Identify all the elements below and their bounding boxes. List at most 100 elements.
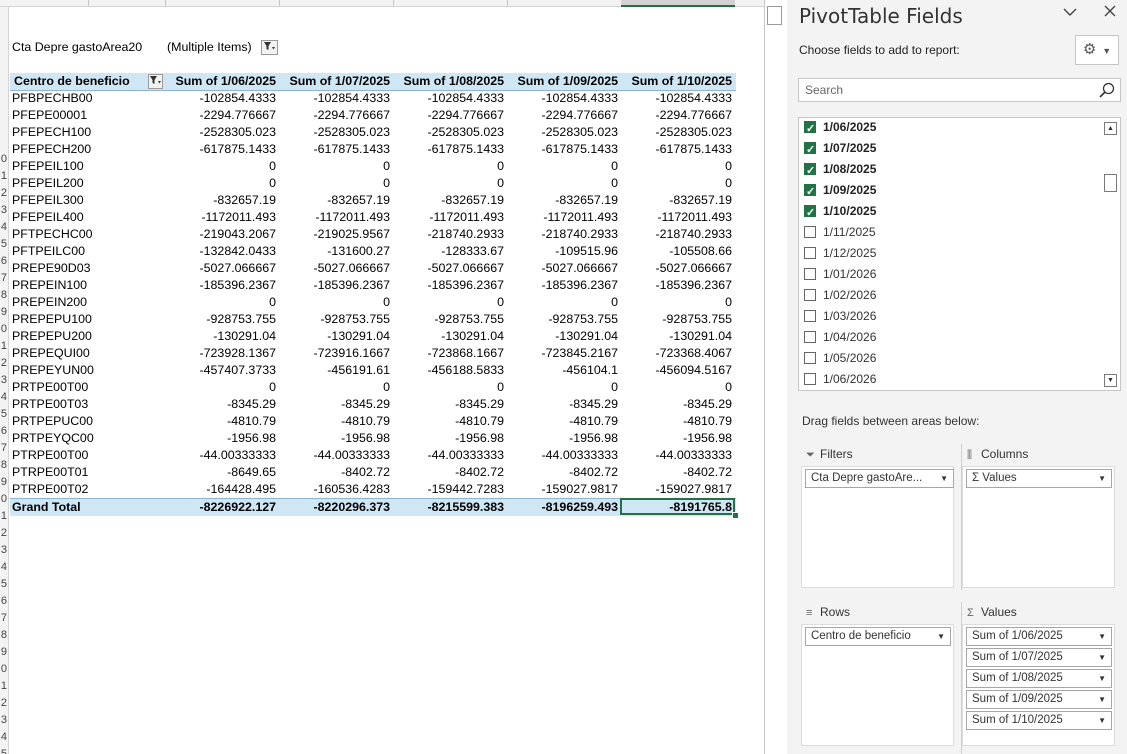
row-number[interactable]: 1 <box>0 678 8 695</box>
row-number[interactable]: 6 <box>0 423 8 440</box>
row-number[interactable]: 4 <box>0 559 8 576</box>
value-cell[interactable]: -4810.79 <box>166 413 276 430</box>
value-cell[interactable]: -832657.19 <box>622 192 732 209</box>
value-cell[interactable]: -130291.04 <box>280 328 390 345</box>
chevron-down-icon[interactable]: ▼ <box>1098 691 1106 708</box>
row-number[interactable] <box>0 134 8 151</box>
columns-drop-zone[interactable]: Σ Values ▼ <box>962 466 1115 588</box>
row-label-cell[interactable]: PREPEPU200 <box>12 328 92 345</box>
row-number[interactable]: 8 <box>0 457 8 474</box>
row-headers[interactable]: 0123456789012345678901234567890123456 <box>0 7 9 754</box>
row-label-cell[interactable]: PFEPEIL300 <box>12 192 84 209</box>
value-cell[interactable]: 0 <box>394 175 504 192</box>
row-label-cell[interactable]: PFTPEILC00 <box>12 243 85 260</box>
value-cell[interactable]: -8649.65 <box>166 464 276 481</box>
value-cell[interactable]: -219043.2067 <box>166 226 276 243</box>
value-column-header[interactable]: Sum of 1/06/2025 <box>166 73 276 90</box>
value-cell[interactable]: -44.00333333 <box>166 447 276 464</box>
field-checkbox[interactable] <box>804 268 816 280</box>
value-column-header[interactable]: Sum of 1/08/2025 <box>394 73 504 90</box>
chevron-down-icon[interactable]: ▼ <box>1098 470 1106 487</box>
value-cell[interactable]: -8345.29 <box>280 396 390 413</box>
scroll-thumb[interactable] <box>1104 174 1117 192</box>
value-cell[interactable]: -8345.29 <box>394 396 504 413</box>
row-number[interactable]: 0 <box>0 491 8 508</box>
row-label-cell[interactable]: PFEPEIL100 <box>12 158 84 175</box>
value-cell[interactable]: -159027.9817 <box>622 481 732 498</box>
value-cell[interactable]: -102854.4333 <box>394 90 504 107</box>
value-cell[interactable]: -164428.495 <box>166 481 276 498</box>
scroll-up-button[interactable]: ▲ <box>1104 122 1117 135</box>
value-column-header[interactable]: Sum of 1/10/2025 <box>622 73 732 90</box>
value-cell[interactable]: -4810.79 <box>280 413 390 430</box>
chevron-down-icon[interactable] <box>1061 4 1079 22</box>
value-cell[interactable]: -5027.066667 <box>622 260 732 277</box>
scroll-box[interactable] <box>767 6 782 25</box>
value-cell[interactable]: 0 <box>622 294 732 311</box>
value-cell[interactable]: -8402.72 <box>622 464 732 481</box>
row-number[interactable]: 7 <box>0 610 8 627</box>
value-cell[interactable]: -723368.4067 <box>622 345 732 362</box>
row-number[interactable]: 6 <box>0 253 8 270</box>
row-label-cell[interactable]: PREPEPU100 <box>12 311 92 328</box>
value-cell[interactable]: -832657.19 <box>280 192 390 209</box>
row-label-cell[interactable]: PRTPE00T03 <box>12 396 88 413</box>
value-cell[interactable]: -44.00333333 <box>508 447 618 464</box>
row-label-cell[interactable]: PTRPE00T02 <box>12 481 88 498</box>
value-cell[interactable]: -5027.066667 <box>166 260 276 277</box>
value-cell[interactable]: 0 <box>508 294 618 311</box>
grand-total-label[interactable]: Grand Total <box>12 499 81 516</box>
value-cell[interactable]: -617875.1433 <box>622 141 732 158</box>
field-list[interactable]: ▲ ▼ 1/06/2025 1/07/2025 1/08/2025 1/09/2025… <box>798 117 1121 391</box>
field-checkbox[interactable] <box>804 289 816 301</box>
chevron-down-icon[interactable]: ▼ <box>1098 712 1106 729</box>
scroll-down-button[interactable]: ▼ <box>1104 374 1117 387</box>
value-cell[interactable]: -130291.04 <box>166 328 276 345</box>
field-checkbox[interactable] <box>804 182 816 203</box>
selected-cell[interactable] <box>620 498 735 515</box>
field-checkbox[interactable] <box>804 373 816 385</box>
value-cell[interactable]: -130291.04 <box>508 328 618 345</box>
row-number[interactable]: 3 <box>0 202 8 219</box>
row-label-cell[interactable]: PFEPECH100 <box>12 124 91 141</box>
tools-button[interactable]: ⚙ ▼ <box>1075 35 1119 65</box>
values-field-chip[interactable]: Sum of 1/06/2025 ▼ <box>966 627 1112 646</box>
row-number[interactable]: 7 <box>0 440 8 457</box>
value-cell[interactable]: -2294.776667 <box>508 107 618 124</box>
close-icon[interactable] <box>1100 3 1120 23</box>
row-number[interactable]: 0 <box>0 661 8 678</box>
value-cell[interactable]: -44.00333333 <box>394 447 504 464</box>
row-number[interactable]: 5 <box>0 236 8 253</box>
values-field-chip[interactable]: Sum of 1/07/2025 ▼ <box>966 648 1112 667</box>
row-labels-header[interactable]: Centro de beneficio <box>14 73 164 90</box>
value-cell[interactable]: -105508.66 <box>622 243 732 260</box>
value-cell[interactable]: -44.00333333 <box>622 447 732 464</box>
value-cell[interactable]: -2528305.023 <box>280 124 390 141</box>
value-cell[interactable]: -1172011.493 <box>394 209 504 226</box>
value-cell[interactable]: 0 <box>166 175 276 192</box>
value-cell[interactable]: -832657.19 <box>508 192 618 209</box>
value-cell[interactable]: -159442.7283 <box>394 481 504 498</box>
value-cell[interactable]: -131600.27 <box>280 243 390 260</box>
grand-total-value[interactable]: -8215599.383 <box>394 499 504 516</box>
row-number[interactable]: 2 <box>0 355 8 372</box>
row-number[interactable]: 4 <box>0 389 8 406</box>
value-cell[interactable]: -928753.755 <box>280 311 390 328</box>
value-cell[interactable]: -8402.72 <box>508 464 618 481</box>
rows-drop-zone[interactable]: Centro de beneficio ▼ <box>801 624 954 746</box>
field-checkbox[interactable] <box>804 352 816 364</box>
value-cell[interactable]: -617875.1433 <box>394 141 504 158</box>
value-cell[interactable]: -928753.755 <box>508 311 618 328</box>
row-number[interactable]: 9 <box>0 474 8 491</box>
row-number[interactable] <box>0 100 8 117</box>
filter-dropdown-button[interactable] <box>261 40 278 55</box>
row-label-cell[interactable]: PRTPEPUC00 <box>12 413 93 430</box>
values-drop-zone[interactable]: Sum of 1/06/2025 ▼ Sum of 1/07/2025 ▼ Sum of… <box>962 624 1115 746</box>
pane-splitter[interactable] <box>764 0 787 754</box>
row-label-cell[interactable]: PREPEYUN00 <box>12 362 94 379</box>
chevron-down-icon[interactable]: ▼ <box>940 470 948 487</box>
value-cell[interactable]: -128333.67 <box>394 243 504 260</box>
row-number[interactable]: 9 <box>0 304 8 321</box>
row-number[interactable]: 8 <box>0 627 8 644</box>
spreadsheet-grid[interactable]: 0123456789012345678901234567890123456 Ct… <box>0 0 764 754</box>
